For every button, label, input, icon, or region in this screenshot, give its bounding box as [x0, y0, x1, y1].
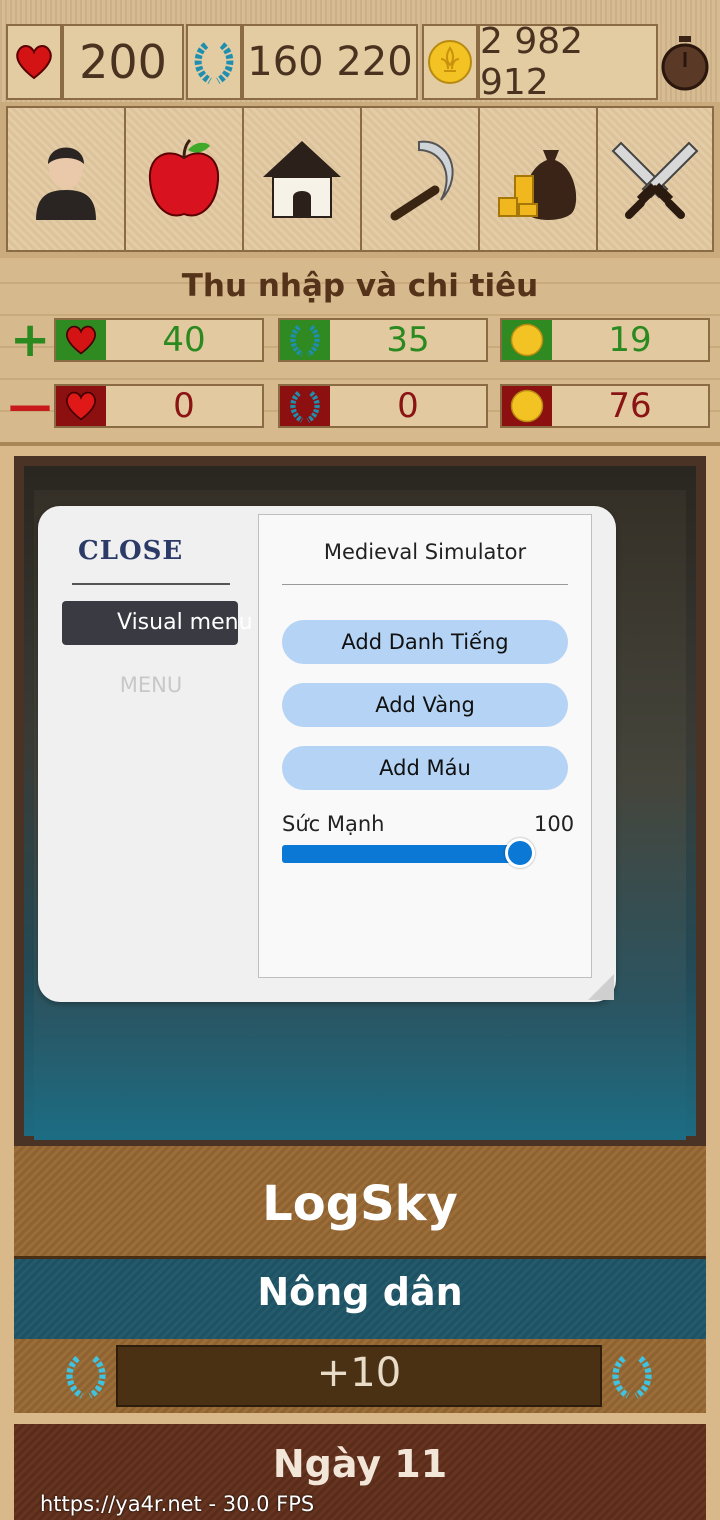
character-button[interactable] — [6, 106, 126, 252]
strength-slider-value: 100 — [534, 812, 575, 836]
divider — [72, 583, 230, 585]
health-stat-icon-cell — [6, 24, 62, 100]
reputation-value: 160 220 — [247, 39, 413, 85]
food-button[interactable] — [124, 106, 244, 252]
laurel-icon — [608, 1350, 656, 1406]
gold-value: 2 982 912 — [480, 21, 584, 103]
minus-sign: — — [8, 380, 52, 431]
divider — [282, 584, 568, 585]
person-icon — [36, 147, 96, 220]
plus-reputation-value: 35 — [386, 320, 430, 360]
strength-slider-track[interactable] — [282, 845, 520, 863]
laurel-icon — [62, 1350, 110, 1406]
house-icon — [263, 141, 341, 218]
health-stat: 200 — [62, 24, 184, 100]
close-button[interactable]: CLOSE — [78, 536, 183, 566]
reputation-change-value: +10 — [316, 1350, 402, 1396]
strength-slider-thumb[interactable] — [505, 838, 535, 868]
laurel-icon — [280, 320, 330, 360]
combat-button[interactable] — [596, 106, 714, 252]
add-gold-button[interactable]: Add Vàng — [282, 683, 568, 727]
laurel-icon — [280, 386, 330, 426]
fps-overlay: https://ya4r.net - 30.0 FPS — [40, 1492, 315, 1516]
nav-visual-menu[interactable]: Visual menu — [62, 601, 253, 645]
crossed-swords-icon — [611, 141, 699, 219]
income-title: Thu nhập và chi tiêu — [181, 268, 539, 304]
menu-title: Medieval Simulator — [323, 540, 527, 564]
sickle-icon — [390, 140, 454, 221]
heart-icon — [16, 45, 52, 80]
gold-stat: 2 982 912 — [478, 21, 658, 103]
add-health-button[interactable]: Add Máu — [282, 746, 568, 790]
work-button[interactable] — [360, 106, 480, 252]
timer-button[interactable] — [660, 34, 710, 96]
heart-icon — [56, 320, 106, 360]
coin-icon — [502, 386, 552, 426]
day-counter: Ngày 11 — [272, 1442, 448, 1486]
plus-reputation-box: 35 — [278, 318, 488, 362]
nav-menu[interactable]: MENU — [62, 673, 240, 697]
plus-health-value: 40 — [162, 320, 206, 360]
coin-icon — [428, 40, 472, 84]
health-value: 200 — [79, 35, 167, 89]
reputation-stat-icon-cell — [186, 24, 242, 100]
minus-health-value: 0 — [173, 386, 195, 426]
plus-gold-box: 19 — [500, 318, 710, 362]
minus-health-box: 0 — [54, 384, 264, 428]
minus-gold-box: 76 — [500, 384, 710, 428]
coin-icon — [502, 320, 552, 360]
stopwatch-icon — [661, 36, 709, 91]
money-bag-icon — [498, 150, 577, 220]
apple-icon — [148, 138, 220, 217]
plus-health-box: 40 — [54, 318, 264, 362]
laurel-icon — [194, 42, 234, 85]
minus-gold-value: 76 — [608, 386, 652, 426]
resize-handle[interactable] — [588, 974, 614, 1000]
housing-button[interactable] — [242, 106, 362, 252]
heart-icon — [56, 386, 106, 426]
plus-sign: + — [10, 312, 51, 368]
reputation-stat: 160 220 — [242, 24, 418, 100]
finance-button[interactable] — [478, 106, 598, 252]
strength-slider-label: Sức Mạnh — [282, 812, 385, 836]
player-role: Nông dân — [257, 1270, 463, 1314]
minus-reputation-box: 0 — [278, 384, 488, 428]
add-reputation-button[interactable]: Add Danh Tiếng — [282, 620, 568, 664]
minus-reputation-value: 0 — [397, 386, 419, 426]
gold-stat-icon-cell — [422, 24, 478, 100]
player-name: LogSky — [262, 1176, 458, 1232]
plus-gold-value: 19 — [608, 320, 652, 360]
